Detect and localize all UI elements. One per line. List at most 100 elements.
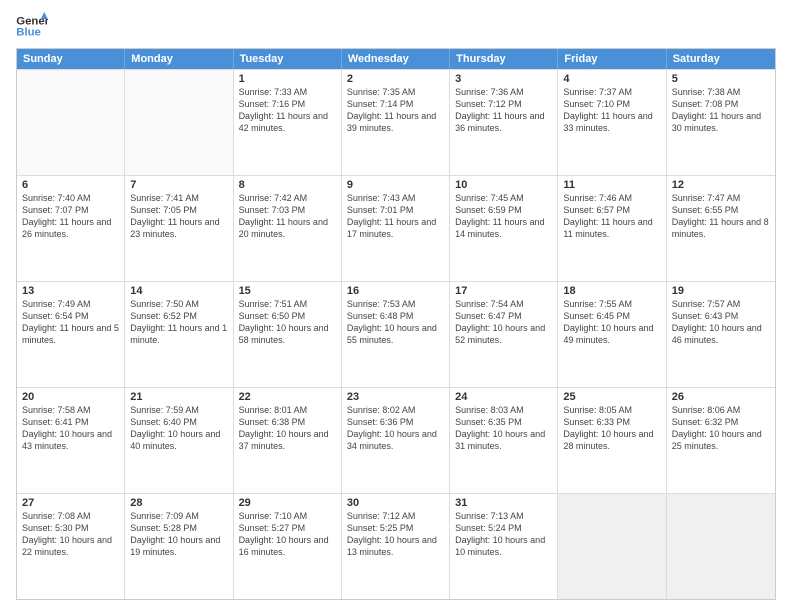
cell-info: Sunrise: 7:53 AM Sunset: 6:48 PM Dayligh… [347,298,444,347]
calendar-row: 27Sunrise: 7:08 AM Sunset: 5:30 PM Dayli… [17,493,775,599]
calendar-cell: 9Sunrise: 7:43 AM Sunset: 7:01 PM Daylig… [342,176,450,281]
calendar-row: 20Sunrise: 7:58 AM Sunset: 6:41 PM Dayli… [17,387,775,493]
day-number: 20 [22,391,119,403]
logo-icon: General Blue [16,12,48,40]
calendar-cell: 14Sunrise: 7:50 AM Sunset: 6:52 PM Dayli… [125,282,233,387]
cell-info: Sunrise: 7:54 AM Sunset: 6:47 PM Dayligh… [455,298,552,347]
cell-info: Sunrise: 8:06 AM Sunset: 6:32 PM Dayligh… [672,404,770,453]
calendar-cell: 4Sunrise: 7:37 AM Sunset: 7:10 PM Daylig… [558,70,666,175]
cell-info: Sunrise: 7:45 AM Sunset: 6:59 PM Dayligh… [455,192,552,241]
cell-info: Sunrise: 7:43 AM Sunset: 7:01 PM Dayligh… [347,192,444,241]
cell-info: Sunrise: 7:51 AM Sunset: 6:50 PM Dayligh… [239,298,336,347]
day-number: 30 [347,497,444,509]
weekday-header: Sunday [17,49,125,69]
day-number: 27 [22,497,119,509]
day-number: 18 [563,285,660,297]
day-number: 29 [239,497,336,509]
calendar-cell: 19Sunrise: 7:57 AM Sunset: 6:43 PM Dayli… [667,282,775,387]
calendar-header: SundayMondayTuesdayWednesdayThursdayFrid… [17,49,775,69]
calendar-cell [558,494,666,599]
calendar-cell: 29Sunrise: 7:10 AM Sunset: 5:27 PM Dayli… [234,494,342,599]
cell-info: Sunrise: 7:36 AM Sunset: 7:12 PM Dayligh… [455,86,552,135]
calendar-cell: 6Sunrise: 7:40 AM Sunset: 7:07 PM Daylig… [17,176,125,281]
calendar-row: 6Sunrise: 7:40 AM Sunset: 7:07 PM Daylig… [17,175,775,281]
calendar-row: 1Sunrise: 7:33 AM Sunset: 7:16 PM Daylig… [17,69,775,175]
page: General Blue SundayMondayTuesdayWednesda… [0,0,792,612]
cell-info: Sunrise: 7:47 AM Sunset: 6:55 PM Dayligh… [672,192,770,241]
weekday-header: Tuesday [234,49,342,69]
day-number: 2 [347,73,444,85]
cell-info: Sunrise: 7:58 AM Sunset: 6:41 PM Dayligh… [22,404,119,453]
calendar-cell: 10Sunrise: 7:45 AM Sunset: 6:59 PM Dayli… [450,176,558,281]
calendar-cell: 26Sunrise: 8:06 AM Sunset: 6:32 PM Dayli… [667,388,775,493]
weekday-header: Thursday [450,49,558,69]
calendar-cell: 30Sunrise: 7:12 AM Sunset: 5:25 PM Dayli… [342,494,450,599]
cell-info: Sunrise: 8:02 AM Sunset: 6:36 PM Dayligh… [347,404,444,453]
day-number: 23 [347,391,444,403]
calendar-cell: 15Sunrise: 7:51 AM Sunset: 6:50 PM Dayli… [234,282,342,387]
cell-info: Sunrise: 7:57 AM Sunset: 6:43 PM Dayligh… [672,298,770,347]
calendar-cell [17,70,125,175]
day-number: 19 [672,285,770,297]
day-number: 3 [455,73,552,85]
day-number: 14 [130,285,227,297]
calendar-cell [667,494,775,599]
day-number: 22 [239,391,336,403]
cell-info: Sunrise: 7:49 AM Sunset: 6:54 PM Dayligh… [22,298,119,347]
cell-info: Sunrise: 8:01 AM Sunset: 6:38 PM Dayligh… [239,404,336,453]
calendar-cell: 28Sunrise: 7:09 AM Sunset: 5:28 PM Dayli… [125,494,233,599]
calendar-cell: 23Sunrise: 8:02 AM Sunset: 6:36 PM Dayli… [342,388,450,493]
cell-info: Sunrise: 7:42 AM Sunset: 7:03 PM Dayligh… [239,192,336,241]
cell-info: Sunrise: 7:09 AM Sunset: 5:28 PM Dayligh… [130,510,227,559]
day-number: 11 [563,179,660,191]
weekday-header: Wednesday [342,49,450,69]
cell-info: Sunrise: 7:50 AM Sunset: 6:52 PM Dayligh… [130,298,227,347]
day-number: 24 [455,391,552,403]
calendar-cell [125,70,233,175]
day-number: 31 [455,497,552,509]
day-number: 16 [347,285,444,297]
day-number: 10 [455,179,552,191]
cell-info: Sunrise: 7:13 AM Sunset: 5:24 PM Dayligh… [455,510,552,559]
day-number: 4 [563,73,660,85]
calendar-cell: 7Sunrise: 7:41 AM Sunset: 7:05 PM Daylig… [125,176,233,281]
day-number: 28 [130,497,227,509]
day-number: 17 [455,285,552,297]
svg-text:Blue: Blue [16,27,41,39]
calendar-cell: 12Sunrise: 7:47 AM Sunset: 6:55 PM Dayli… [667,176,775,281]
weekday-header: Friday [558,49,666,69]
calendar: SundayMondayTuesdayWednesdayThursdayFrid… [16,48,776,600]
cell-info: Sunrise: 7:40 AM Sunset: 7:07 PM Dayligh… [22,192,119,241]
calendar-cell: 2Sunrise: 7:35 AM Sunset: 7:14 PM Daylig… [342,70,450,175]
calendar-cell: 13Sunrise: 7:49 AM Sunset: 6:54 PM Dayli… [17,282,125,387]
day-number: 1 [239,73,336,85]
calendar-cell: 27Sunrise: 7:08 AM Sunset: 5:30 PM Dayli… [17,494,125,599]
day-number: 21 [130,391,227,403]
cell-info: Sunrise: 7:35 AM Sunset: 7:14 PM Dayligh… [347,86,444,135]
header: General Blue [16,12,776,40]
cell-info: Sunrise: 7:12 AM Sunset: 5:25 PM Dayligh… [347,510,444,559]
calendar-cell: 31Sunrise: 7:13 AM Sunset: 5:24 PM Dayli… [450,494,558,599]
calendar-cell: 21Sunrise: 7:59 AM Sunset: 6:40 PM Dayli… [125,388,233,493]
cell-info: Sunrise: 7:33 AM Sunset: 7:16 PM Dayligh… [239,86,336,135]
cell-info: Sunrise: 7:10 AM Sunset: 5:27 PM Dayligh… [239,510,336,559]
calendar-cell: 24Sunrise: 8:03 AM Sunset: 6:35 PM Dayli… [450,388,558,493]
calendar-cell: 3Sunrise: 7:36 AM Sunset: 7:12 PM Daylig… [450,70,558,175]
cell-info: Sunrise: 7:08 AM Sunset: 5:30 PM Dayligh… [22,510,119,559]
calendar-cell: 16Sunrise: 7:53 AM Sunset: 6:48 PM Dayli… [342,282,450,387]
calendar-cell: 5Sunrise: 7:38 AM Sunset: 7:08 PM Daylig… [667,70,775,175]
day-number: 13 [22,285,119,297]
day-number: 6 [22,179,119,191]
calendar-cell: 11Sunrise: 7:46 AM Sunset: 6:57 PM Dayli… [558,176,666,281]
calendar-cell: 18Sunrise: 7:55 AM Sunset: 6:45 PM Dayli… [558,282,666,387]
logo: General Blue [16,12,48,40]
day-number: 15 [239,285,336,297]
day-number: 5 [672,73,770,85]
cell-info: Sunrise: 8:03 AM Sunset: 6:35 PM Dayligh… [455,404,552,453]
day-number: 8 [239,179,336,191]
day-number: 9 [347,179,444,191]
day-number: 26 [672,391,770,403]
day-number: 7 [130,179,227,191]
calendar-cell: 20Sunrise: 7:58 AM Sunset: 6:41 PM Dayli… [17,388,125,493]
day-number: 25 [563,391,660,403]
